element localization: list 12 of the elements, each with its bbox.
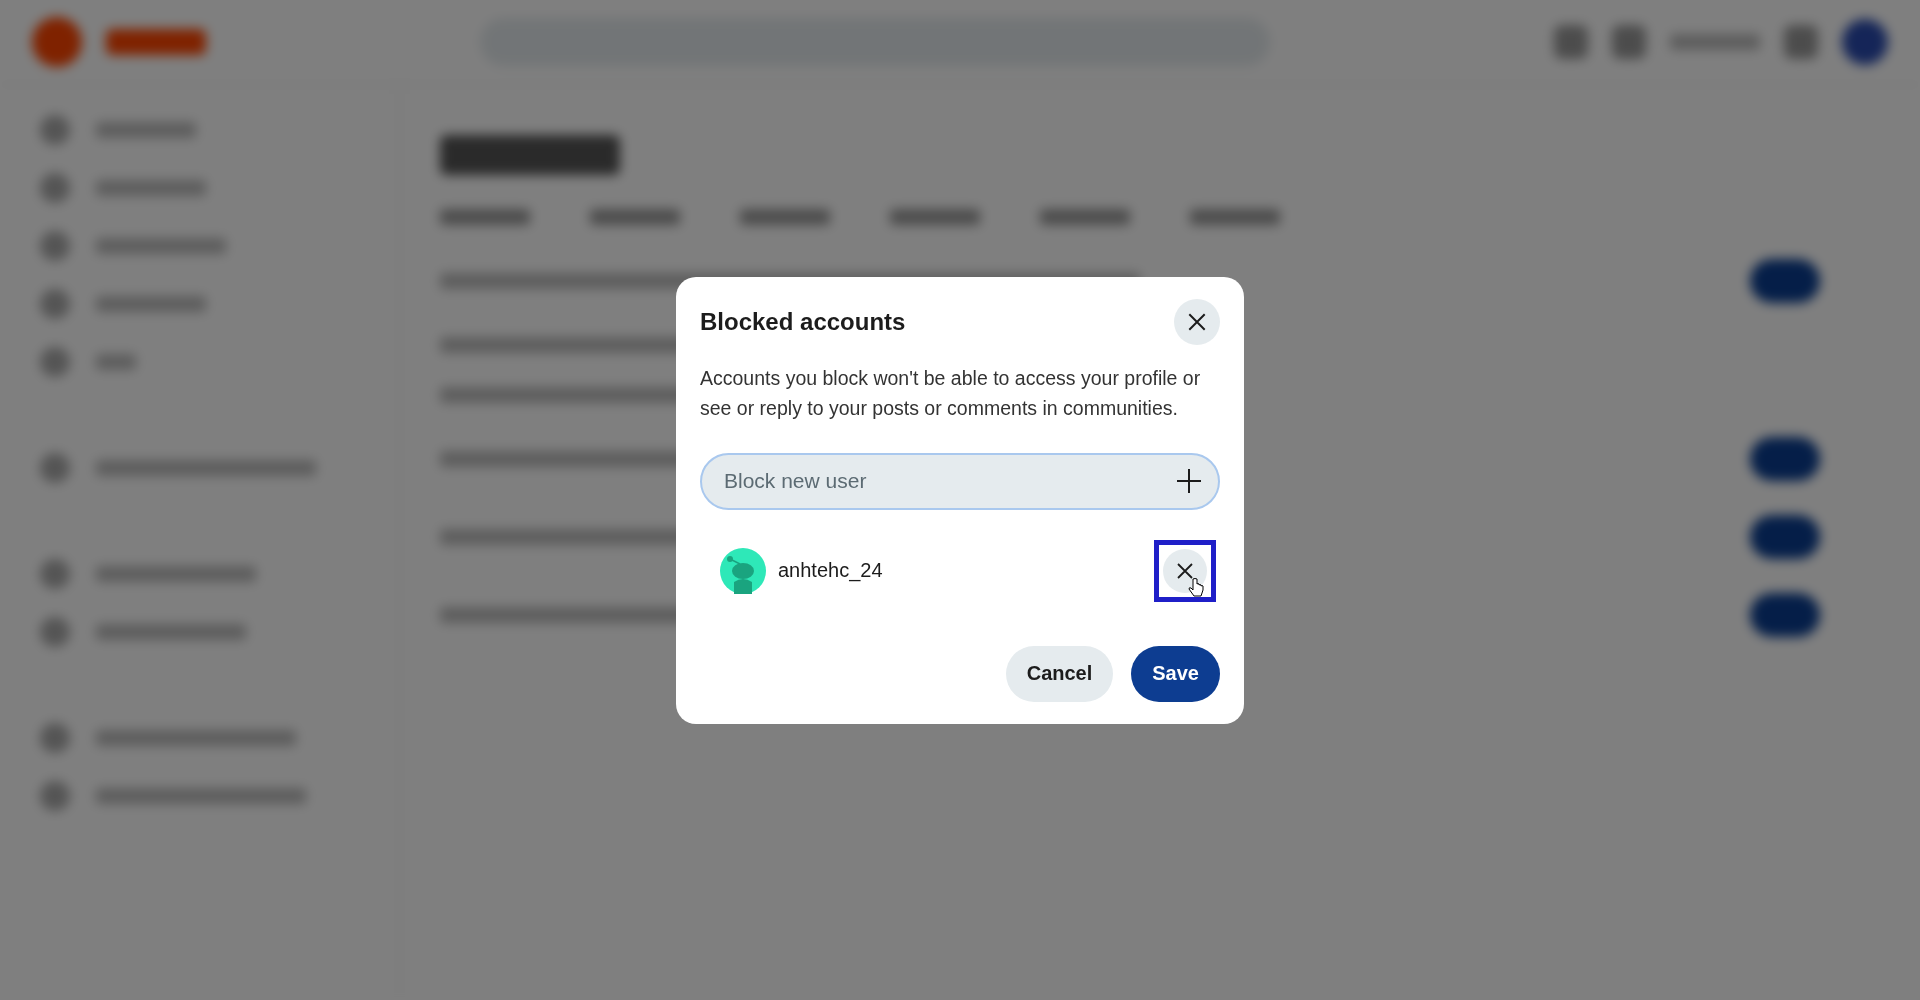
block-user-field[interactable]: Block new user [700,452,1220,510]
save-button[interactable]: Save [1131,645,1220,702]
user-avatar [720,547,766,594]
unblock-button[interactable] [1163,548,1207,593]
plus-icon[interactable] [1176,467,1202,494]
blocked-username: anhtehc_24 [778,559,884,582]
dialog-description: Accounts you block won't be able to access your profile or see or reply to your posts or comments in communities. [700,365,1202,421]
pointer-cursor-icon [1188,577,1204,598]
close-icon [1175,560,1195,581]
dialog-title: Blocked accounts [700,307,906,336]
close-button[interactable] [1174,298,1220,345]
cancel-button[interactable]: Cancel [1005,645,1114,702]
